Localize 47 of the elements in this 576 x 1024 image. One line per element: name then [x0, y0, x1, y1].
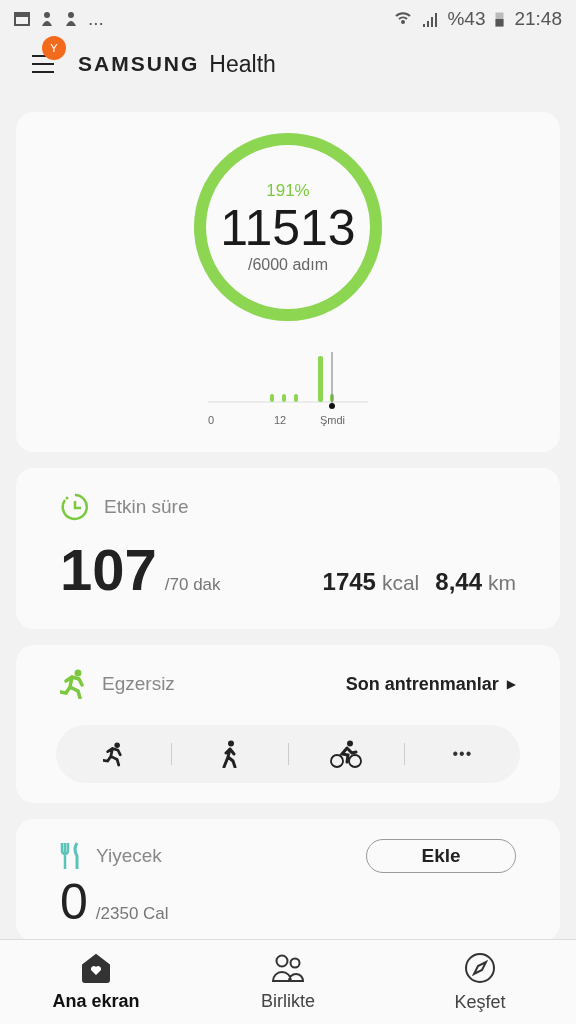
calories-unit: kcal [381, 571, 420, 595]
food-card[interactable]: Yiyecek Ekle 0 /2350 Cal [16, 819, 560, 939]
axis-label: Şmdi [320, 414, 346, 426]
minutes-goal: /70 dak [164, 575, 221, 595]
active-minutes: 107 [60, 536, 157, 603]
add-button[interactable]: Ekle [366, 839, 516, 873]
goal-percent: 191% [266, 180, 310, 201]
home-icon [80, 952, 112, 983]
more-notifications: ... [88, 8, 104, 30]
app-title: Health [209, 50, 276, 78]
calories-value: 1745 [322, 568, 376, 596]
distance-value: 8,44 [435, 568, 482, 596]
steps-card[interactable]: 191% 11513 /6000 adım 0 12 Şmdi [16, 112, 560, 452]
battery-percent: %43 [447, 8, 486, 30]
figure-icon [64, 11, 78, 27]
battery-icon [495, 11, 505, 27]
section-title: Etkin süre [104, 496, 189, 518]
section-title: Egzersiz [102, 673, 175, 695]
runner-icon [102, 741, 125, 767]
calories-goal: /2350 Cal [95, 904, 169, 924]
clock: 21:48 [514, 8, 562, 30]
nav-tab[interactable]: Ana ekran [0, 940, 192, 1024]
step-count: 11513 [220, 200, 356, 256]
axis-label: 12 [274, 414, 287, 426]
timer-icon [60, 492, 90, 522]
calories-eaten: 0 [60, 873, 88, 931]
axis-label: 0 [208, 414, 215, 426]
step-goal: /6000 adım [247, 255, 329, 274]
active-time-card[interactable]: Etkin süre 107/70 dak 1745 kcal 8,44 km [16, 468, 560, 629]
profile-badge: Y [42, 36, 66, 60]
calendar-icon [14, 12, 30, 26]
more-button[interactable]: ••• [404, 725, 520, 783]
nav-tab[interactable]: Keşfet [384, 940, 576, 1024]
nav-tab[interactable]: Birlikte [192, 940, 384, 1024]
cutlery-icon [60, 842, 82, 870]
walker-icon [221, 740, 238, 768]
people-icon [271, 952, 305, 983]
distance-unit: km [488, 571, 516, 595]
menu-button[interactable] [32, 52, 56, 76]
figure-icon [40, 11, 54, 27]
recent-workouts-link[interactable]: Son antrenmanlar ▶ [345, 673, 516, 695]
signal-icon [421, 11, 438, 27]
compass-icon [464, 951, 496, 984]
brand-logo: SAMSUNG [78, 52, 200, 76]
menu-icon [32, 54, 54, 74]
cyclist-icon [330, 740, 363, 768]
section-title: Yiyecek [96, 845, 162, 867]
